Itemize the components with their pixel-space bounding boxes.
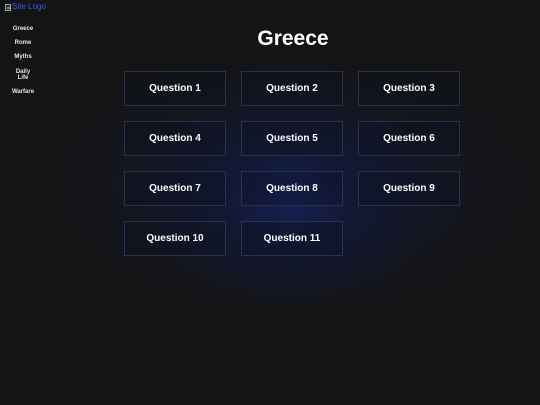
site-logo[interactable]: Site Logo: [5, 3, 46, 11]
sidebar-item-myths[interactable]: Myths: [3, 54, 43, 60]
question-card-10[interactable]: Question 10: [124, 221, 226, 256]
question-card-6[interactable]: Question 6: [358, 121, 460, 156]
question-card-1[interactable]: Question 1: [124, 71, 226, 106]
site-logo-alt-text: Site Logo: [12, 2, 46, 11]
broken-image-icon: [5, 3, 11, 11]
question-card-2[interactable]: Question 2: [241, 71, 343, 106]
question-card-8[interactable]: Question 8: [241, 171, 343, 206]
question-card-11[interactable]: Question 11: [241, 221, 343, 256]
sidebar-item-rome[interactable]: Rome: [3, 40, 43, 46]
page-title: Greece: [257, 27, 329, 50]
sidebar-item-greece[interactable]: Greece: [3, 26, 43, 32]
question-card-7[interactable]: Question 7: [124, 171, 226, 206]
sidebar-item-daily-life[interactable]: Daily Life: [11, 69, 35, 81]
question-card-3[interactable]: Question 3: [358, 71, 460, 106]
sidebar-item-warfare[interactable]: Warfare: [3, 89, 43, 95]
question-card-9[interactable]: Question 9: [358, 171, 460, 206]
question-card-4[interactable]: Question 4: [124, 121, 226, 156]
question-grid: Question 1 Question 2 Question 3 Questio…: [124, 71, 462, 257]
question-card-5[interactable]: Question 5: [241, 121, 343, 156]
